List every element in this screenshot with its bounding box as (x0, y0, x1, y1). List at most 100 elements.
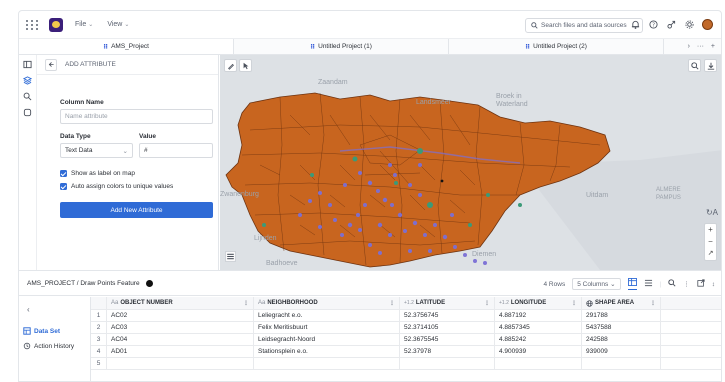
menu-file[interactable]: File ⌄ (75, 21, 93, 28)
left-rail (19, 55, 37, 270)
select-tool-button[interactable] (239, 59, 252, 72)
cursor-icon (243, 62, 248, 69)
table-cell[interactable]: 4.900939 (495, 346, 582, 357)
tab-ams-project[interactable]: ⠿ AMS_Project (19, 39, 234, 54)
search-input[interactable]: Search files and data sources (525, 18, 643, 33)
app-logo[interactable] (49, 17, 63, 32)
column-name-input[interactable]: Name attribute (60, 109, 213, 124)
shape-icon[interactable] (23, 107, 33, 117)
search-icon[interactable] (668, 279, 676, 289)
table-row[interactable]: 5 (91, 358, 721, 370)
table-cell[interactable]: 5437588 (582, 322, 661, 333)
column-menu-icon[interactable]: ⋮ (243, 300, 249, 307)
expand-panel-icon[interactable]: ↕ (712, 281, 715, 288)
row-number: 4 (91, 346, 107, 357)
collapse-icon[interactable] (23, 59, 33, 69)
map-search-button[interactable] (688, 59, 701, 72)
column-header-object-number[interactable]: Aa OBJECT NUMBER ⋮ (107, 297, 254, 309)
row-number: 3 (91, 334, 107, 345)
table-row[interactable]: 1 AC02 Leliegracht e.o. 52.3756745 4.887192 2… (91, 310, 721, 322)
table-cell[interactable]: 291788 (582, 310, 661, 321)
table-cell[interactable]: Leidsegracht-Noord (254, 334, 400, 345)
table-cell[interactable]: Felix Meritisbuurt (254, 322, 400, 333)
table-cell[interactable] (582, 358, 661, 369)
column-header-longitude[interactable]: +1.2 LONGITUDE ⋮ (495, 297, 582, 309)
search-placeholder: Search files and data sources (541, 22, 627, 29)
nav-action-history[interactable]: Action History (23, 342, 74, 350)
tab-untitled-project-2[interactable]: ⠿ Untitled Project (2) (449, 39, 664, 54)
app-grid-icon[interactable] (25, 18, 39, 32)
nav-data-set[interactable]: Data Set (23, 327, 60, 335)
map-download-button[interactable] (704, 59, 717, 72)
table-cell[interactable] (254, 358, 400, 369)
chevron-left-icon[interactable]: ‹ (27, 305, 30, 314)
column-header-shape-area[interactable]: SHAPE AREA ⋮ (582, 297, 661, 309)
columns-select[interactable]: 5 Columns ⌄ (572, 278, 621, 290)
layers-icon[interactable] (23, 75, 33, 85)
data-type-select[interactable]: Text Data ⌄ (60, 143, 133, 158)
more-tabs-button[interactable]: ··· (697, 43, 704, 50)
project-icon: ⠿ (525, 43, 531, 51)
table-cell[interactable]: 4.887192 (495, 310, 582, 321)
column-header-neighborhood[interactable]: Aa NEIGHBORHOOD ⋮ (254, 297, 400, 309)
feature-color-swatch[interactable] (145, 279, 153, 287)
analysis-icon[interactable] (23, 91, 33, 101)
table-cell[interactable]: 52.37978 (400, 346, 495, 357)
menu-view[interactable]: View ⌄ (107, 21, 129, 28)
table-cell[interactable] (107, 358, 254, 369)
add-new-attribute-button[interactable]: Add New Attribute (60, 202, 213, 218)
table-cell[interactable]: Stationsplein e.o. (254, 346, 400, 357)
show-label-checkbox[interactable]: Show as label on map (60, 170, 135, 177)
tab-untitled-project-1[interactable]: ⠿ Untitled Project (1) (234, 39, 449, 54)
table-row[interactable]: 3 AC04 Leidsegracht-Noord 52.3675545 4.88524… (91, 334, 721, 346)
table-cell[interactable]: 939009 (582, 346, 661, 357)
table-cell[interactable]: Leliegracht e.o. (254, 310, 400, 321)
auto-color-checkbox[interactable]: Auto assign colors to unique values (60, 183, 173, 190)
share-icon[interactable] (666, 19, 677, 30)
value-input[interactable]: # (139, 143, 213, 158)
more-vertical-icon[interactable]: ⋮ (683, 280, 690, 288)
column-menu-icon[interactable]: ⋮ (389, 300, 395, 307)
table-cell[interactable] (400, 358, 495, 369)
column-header-latitude[interactable]: +1.2 LATITUDE ⋮ (400, 297, 495, 309)
avatar[interactable] (702, 19, 713, 30)
column-menu-icon[interactable]: ⋮ (650, 300, 656, 307)
bell-icon[interactable] (630, 19, 641, 30)
table-cell[interactable]: AD01 (107, 346, 254, 357)
place-label: Landsmeer (416, 99, 452, 106)
draw-tool-button[interactable] (224, 59, 237, 72)
download-icon (707, 62, 714, 70)
table-view-icon[interactable] (627, 278, 637, 290)
project-icon: ⠿ (102, 43, 109, 51)
table-row[interactable]: 2 AC03 Felix Meritisbuurt 52.3714105 4.88573… (91, 322, 721, 334)
add-tab-button[interactable]: + (711, 43, 715, 50)
table-row[interactable]: 4 AD01 Stationsplein e.o. 52.37978 4.900939 9… (91, 346, 721, 358)
breadcrumb[interactable]: AMS_PROJECT / Draw Points Feature (27, 280, 140, 287)
column-menu-icon[interactable]: ⋮ (571, 300, 577, 307)
table-cell[interactable]: AC04 (107, 334, 254, 345)
table-cell[interactable]: 4.8857345 (495, 322, 582, 333)
table-cell[interactable]: 52.3675545 (400, 334, 495, 345)
arrow-left-icon (48, 62, 54, 67)
table-cell[interactable] (495, 358, 582, 369)
compass-icon[interactable]: ↻A (706, 208, 718, 217)
zoom-in-button[interactable]: + (708, 224, 713, 236)
expand-icon[interactable]: ↗ (708, 248, 714, 260)
column-menu-icon[interactable]: ⋮ (484, 300, 490, 307)
zoom-out-button[interactable]: − (708, 236, 713, 248)
table-cell[interactable]: 52.3714105 (400, 322, 495, 333)
back-button[interactable] (45, 58, 57, 71)
list-view-icon[interactable] (644, 279, 653, 289)
table-cell[interactable]: 4.885242 (495, 334, 582, 345)
chevron-right-icon[interactable]: › (688, 43, 690, 50)
gear-icon[interactable] (684, 19, 695, 30)
table-cell[interactable]: AC03 (107, 322, 254, 333)
map-canvas[interactable]: Zaandam Landsmeer Broek in Waterland Zwa… (220, 55, 721, 270)
help-icon[interactable]: ? (648, 19, 659, 30)
search-icon (690, 61, 699, 70)
export-icon[interactable] (697, 279, 705, 289)
table-cell[interactable]: 242588 (582, 334, 661, 345)
table-cell[interactable]: AC02 (107, 310, 254, 321)
table-cell[interactable]: 52.3756745 (400, 310, 495, 321)
legend-icon[interactable] (225, 251, 236, 262)
